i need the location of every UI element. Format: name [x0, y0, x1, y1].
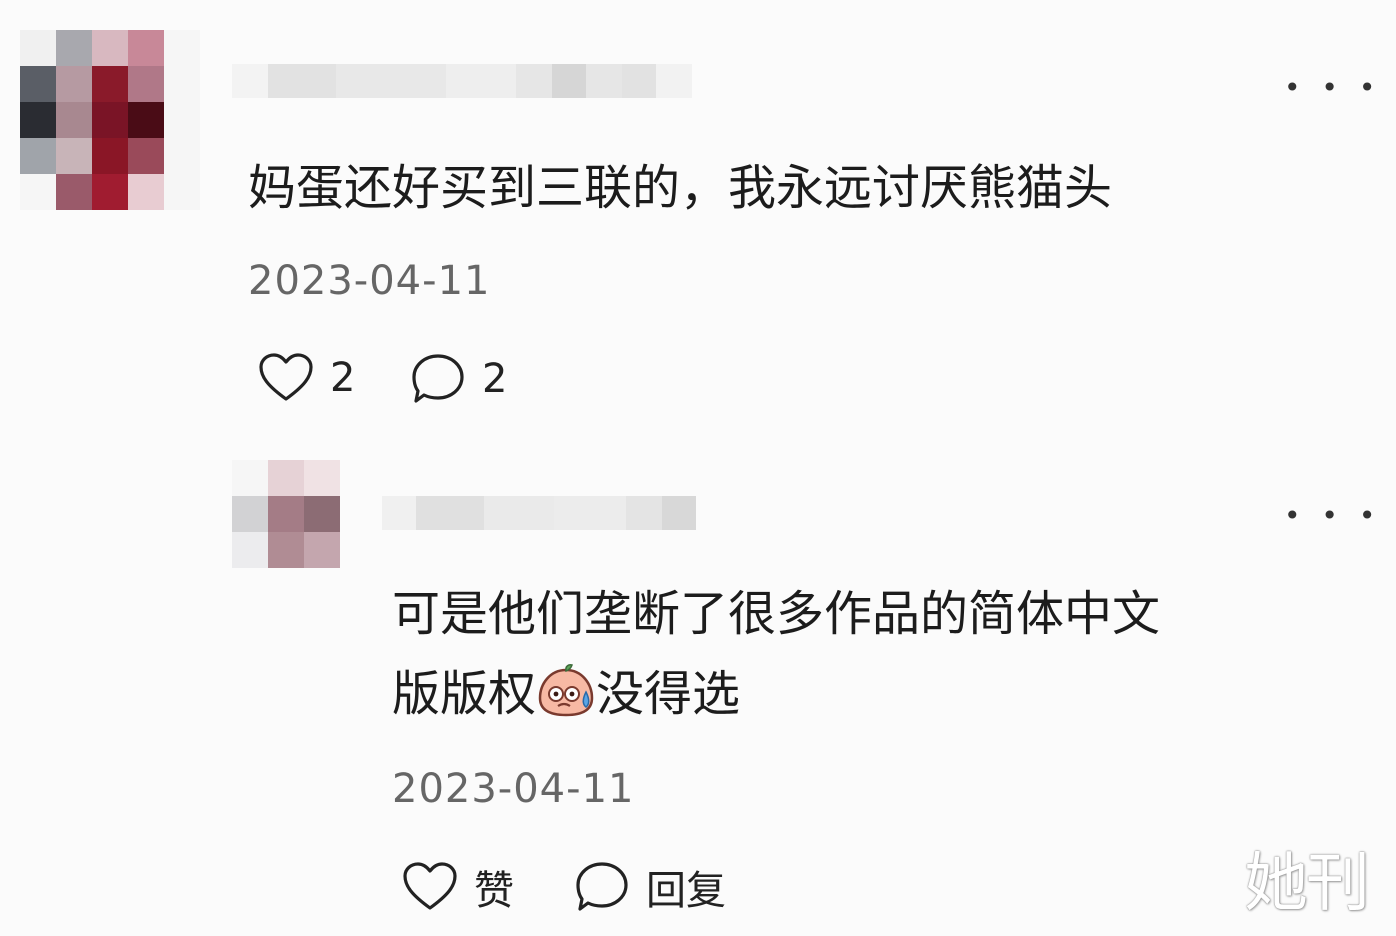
avatar-pixel: [92, 30, 128, 66]
avatar-pixel: [164, 66, 200, 102]
avatar-pixel: [232, 532, 268, 568]
heart-icon: [258, 352, 314, 404]
reply-button[interactable]: 回复: [574, 858, 726, 916]
sweat-face-emoji-icon: [536, 660, 596, 717]
avatar-pixel: [304, 460, 340, 496]
like-button[interactable]: 赞: [402, 858, 514, 916]
avatar-pixel: [56, 138, 92, 174]
avatar-pixel: [164, 102, 200, 138]
avatar-pixel: [232, 460, 268, 496]
avatar-pixel: [304, 532, 340, 568]
reply-count: 2: [482, 356, 508, 402]
avatar-pixel: [56, 174, 92, 210]
avatar-pixel: [128, 102, 164, 138]
avatar-pixel: [56, 102, 92, 138]
avatar-pixel: [128, 30, 164, 66]
avatar-pixel: [164, 174, 200, 210]
comment-date: 2023-04-11: [248, 258, 491, 304]
avatar-pixel: [232, 496, 268, 532]
comment-text: 妈蛋还好买到三联的，我永远讨厌熊猫头: [248, 160, 1113, 216]
avatar-pixel: [20, 30, 56, 66]
heart-icon: [402, 861, 458, 913]
reply-text-segment: 版版权: [392, 666, 537, 722]
avatar-pixel: [92, 102, 128, 138]
avatar-pixel: [128, 174, 164, 210]
reply-label: 回复: [646, 868, 726, 914]
reply-text-line-2: 版版权 没得选: [392, 652, 740, 736]
more-options-button[interactable]: • • •: [1284, 502, 1381, 530]
like-button[interactable]: 2: [258, 352, 355, 404]
comment-date: 2023-04-11: [392, 766, 635, 812]
avatar-pixel: [20, 138, 56, 174]
avatar-pixel: [92, 138, 128, 174]
avatar-pixel: [164, 30, 200, 66]
avatar-pixel: [20, 102, 56, 138]
avatar-pixel: [128, 66, 164, 102]
avatar-pixel: [20, 66, 56, 102]
avatar-pixel: [20, 174, 56, 210]
speech-bubble-icon: [574, 860, 630, 914]
avatar-pixel: [92, 174, 128, 210]
avatar-pixel: [56, 66, 92, 102]
avatar-pixel: [164, 138, 200, 174]
reply-text-line-1: 可是他们垄断了很多作品的简体中文: [392, 586, 1161, 642]
more-options-button[interactable]: • • •: [1284, 74, 1381, 102]
reply-button[interactable]: 2: [410, 352, 507, 406]
speech-bubble-icon: [410, 352, 466, 406]
username-blurred[interactable]: [382, 496, 696, 530]
like-label: 赞: [474, 868, 514, 914]
avatar-pixel: [268, 496, 304, 532]
avatar-pixel: [128, 138, 164, 174]
avatar[interactable]: [232, 460, 340, 568]
avatar[interactable]: [20, 30, 200, 210]
like-count: 2: [330, 355, 356, 401]
avatar-pixel: [268, 532, 304, 568]
watermark: 她刊: [1244, 847, 1370, 921]
reply-text-segment: 没得选: [596, 666, 741, 722]
avatar-pixel: [92, 66, 128, 102]
username-blurred[interactable]: [232, 64, 692, 98]
avatar-pixel: [268, 460, 304, 496]
avatar-pixel: [56, 30, 92, 66]
avatar-pixel: [304, 496, 340, 532]
